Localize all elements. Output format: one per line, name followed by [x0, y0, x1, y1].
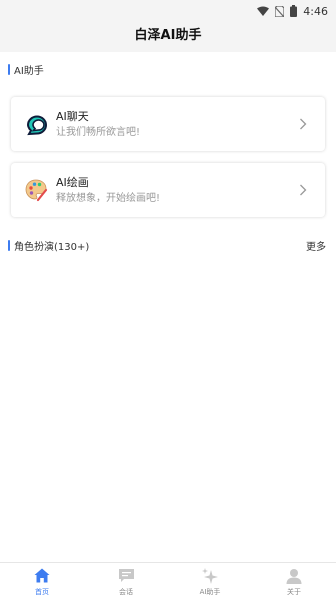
palette-icon	[23, 177, 49, 203]
section-title: 角色扮演(130+)	[14, 241, 90, 253]
tab-ai-assistant[interactable]: AI助手	[168, 563, 252, 600]
tab-label: AI助手	[199, 587, 221, 596]
chevron-right-icon	[295, 184, 311, 196]
chat-bubble-icon	[23, 111, 49, 137]
home-icon	[34, 567, 50, 585]
card-subtitle: 释放想象，开始绘画吧!	[56, 192, 161, 204]
no-sim-icon	[275, 5, 285, 17]
more-link[interactable]: 更多	[306, 238, 328, 253]
status-bar: 4:46	[0, 0, 336, 22]
section-accent-bar	[8, 239, 10, 251]
ai-chat-card[interactable]: AI聊天 让我们畅所欲言吧!	[11, 97, 325, 151]
tab-label: 首页	[35, 587, 49, 596]
wifi-icon	[257, 6, 270, 16]
message-icon	[118, 567, 135, 585]
card-title: AI绘画	[56, 175, 89, 189]
section-accent-bar	[8, 63, 10, 75]
section-title: AI助手	[14, 65, 44, 77]
bottom-tab-bar: 首页 会话 AI助手 关于	[0, 562, 336, 600]
sparkle-icon	[202, 567, 218, 585]
status-time: 4:46	[303, 4, 328, 18]
battery-icon	[290, 5, 298, 17]
chevron-right-icon	[295, 118, 311, 130]
tab-about[interactable]: 关于	[252, 563, 336, 600]
card-subtitle: 让我们畅所欲言吧!	[56, 126, 141, 138]
tab-home[interactable]: 首页	[0, 563, 84, 600]
tab-label: 会话	[119, 587, 133, 596]
tab-sessions[interactable]: 会话	[84, 563, 168, 600]
section-header-roles: 角色扮演(130+) 更多	[0, 236, 336, 254]
ai-drawing-card[interactable]: AI绘画 释放想象，开始绘画吧!	[11, 163, 325, 217]
person-icon	[286, 567, 302, 585]
page-title: 白泽AI助手	[0, 22, 336, 52]
section-header-ai: AI助手	[0, 60, 336, 78]
card-title: AI聊天	[56, 109, 89, 123]
tab-label: 关于	[287, 587, 301, 596]
